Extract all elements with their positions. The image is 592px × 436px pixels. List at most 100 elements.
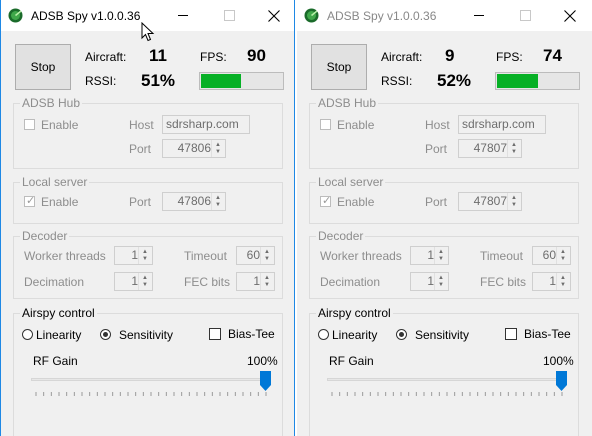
sensitivity-label: Sensitivity (415, 328, 470, 342)
rssi-progress-fill (497, 74, 539, 88)
spinner-arrows-icon[interactable]: ▲ ▼ (507, 193, 521, 210)
adsb-radar-icon (8, 8, 23, 23)
timeout-label: Timeout (480, 249, 523, 263)
stop-button[interactable]: Stop (15, 44, 71, 90)
spinner-arrows-icon[interactable]: ▲ ▼ (211, 140, 225, 157)
host-label: Host (129, 118, 154, 132)
adsb-hub-enable-label: Enable (337, 118, 375, 132)
decimation-spinner[interactable]: 1 ▲ ▼ (114, 272, 153, 291)
adsb-hub-title: ADSB Hub (316, 96, 379, 110)
rssi-progress-fill (201, 74, 242, 88)
local-server-port-value: 47807 (473, 194, 507, 208)
sensitivity-radio[interactable] (100, 329, 111, 340)
decoder-title: Decoder (20, 229, 70, 243)
spinner-arrows-icon[interactable]: ▲ ▼ (507, 140, 521, 157)
fec-bits-spinner[interactable]: 1 ▲ ▼ (532, 272, 571, 291)
worker-threads-value: 1 (427, 248, 434, 262)
spinner-arrows-icon[interactable]: ▲ ▼ (211, 193, 225, 210)
rf-gain-slider-ticks (331, 392, 563, 396)
local-server-port-label: Port (425, 195, 448, 209)
spinner-arrows-icon[interactable]: ▲ ▼ (138, 273, 152, 290)
rf-gain-slider-ticks (35, 392, 267, 396)
worker-threads-label: Worker threads (320, 249, 402, 263)
fec-bits-label: FEC bits (184, 275, 231, 289)
bias-tee-label: Bias-Tee (524, 327, 571, 341)
fec-bits-spinner[interactable]: 1 ▲ ▼ (236, 272, 275, 291)
spinner-arrows-icon[interactable]: ▲ ▼ (260, 247, 274, 264)
fps-value: 90 (247, 46, 266, 65)
worker-threads-spinner[interactable]: 1 ▲ ▼ (410, 246, 449, 265)
worker-threads-spinner[interactable]: 1 ▲ ▼ (114, 246, 153, 265)
spinner-arrows-icon[interactable]: ▲ ▼ (556, 247, 570, 264)
worker-threads-label: Worker threads (24, 249, 106, 263)
decimation-value: 1 (427, 274, 434, 288)
linearity-radio[interactable] (22, 329, 33, 340)
host-label: Host (425, 118, 450, 132)
local-server-title: Local server (20, 175, 90, 189)
rf-gain-slider-track[interactable] (327, 378, 567, 381)
local-server-port-spinner[interactable]: 47806 ▲ ▼ (162, 192, 226, 211)
spinner-arrows-icon[interactable]: ▲ ▼ (138, 247, 152, 264)
bias-tee-checkbox[interactable] (505, 328, 517, 340)
adsb-hub-port-spinner[interactable]: 47807 ▲ ▼ (458, 139, 522, 158)
rf-gain-slider-thumb[interactable] (260, 371, 271, 391)
rf-gain-slider-track[interactable] (31, 378, 271, 381)
airspy-control-group: Airspy control Linearity Sensitivity Bia… (13, 306, 283, 436)
close-button[interactable] (547, 0, 592, 31)
fps-value: 74 (543, 46, 562, 65)
adsb-hub-enable-checkbox[interactable] (320, 119, 331, 130)
aircraft-count: 11 (149, 46, 167, 65)
local-server-enable-label: Enable (41, 195, 79, 209)
decimation-value: 1 (131, 274, 138, 288)
adsb-hub-enable-checkbox[interactable] (24, 119, 35, 130)
maximize-button[interactable] (502, 0, 548, 31)
fec-bits-value: 1 (549, 274, 556, 288)
maximize-button[interactable] (206, 0, 252, 31)
local-server-title: Local server (316, 175, 386, 189)
local-server-port-spinner[interactable]: 47807 ▲ ▼ (458, 192, 522, 211)
local-server-group: Local server ✓ Enable Port 47807 ▲ ▼ (309, 175, 579, 224)
spinner-arrows-icon[interactable]: ▲ ▼ (434, 273, 448, 290)
window-title: ADSB Spy v1.0.0.36 (327, 9, 437, 23)
adsb-hub-port-spinner[interactable]: 47806 ▲ ▼ (162, 139, 226, 158)
local-server-enable-label: Enable (337, 195, 375, 209)
linearity-radio[interactable] (318, 329, 329, 340)
close-button[interactable] (251, 0, 294, 31)
rssi-progress-bar (199, 72, 284, 90)
host-input[interactable]: sdrsharp.com (162, 115, 250, 134)
spinner-arrows-icon[interactable]: ▲ ▼ (434, 247, 448, 264)
adsb-hub-group: ADSB Hub Enable Host sdrsharp.com Port 4… (13, 96, 283, 169)
minimize-button[interactable] (456, 0, 502, 31)
aircraft-count: 9 (445, 46, 455, 65)
adsb-hub-port-value: 47807 (473, 141, 507, 155)
airspy-control-group: Airspy control Linearity Sensitivity Bia… (309, 306, 579, 436)
local-server-enable-checkbox[interactable]: ✓ (24, 195, 35, 207)
adsb-hub-port-value: 47806 (177, 141, 211, 155)
local-server-enable-checkbox[interactable]: ✓ (320, 195, 331, 207)
local-server-port-value: 47806 (177, 194, 211, 208)
spinner-arrows-icon[interactable]: ▲ ▼ (556, 273, 570, 290)
rf-gain-slider-thumb[interactable] (556, 371, 567, 391)
sensitivity-radio[interactable] (396, 329, 407, 340)
bias-tee-checkbox[interactable] (209, 328, 221, 340)
fec-bits-value: 1 (253, 274, 260, 288)
adsb-spy-window: ADSB Spy v1.0.0.36 Stop Aircraft: 11 FPS… (0, 0, 295, 436)
decoder-group: Decoder Worker threads 1 ▲ ▼ Timeout 60 ▲… (13, 229, 283, 299)
title-bar[interactable]: ADSB Spy v1.0.0.36 (297, 0, 592, 31)
adsb-spy-window: ADSB Spy v1.0.0.36 Stop Aircraft: 9 FPS:… (297, 0, 592, 436)
spinner-arrows-icon[interactable]: ▲ ▼ (260, 273, 274, 290)
adsb-hub-title: ADSB Hub (20, 96, 83, 110)
decimation-spinner[interactable]: 1 ▲ ▼ (410, 272, 449, 291)
rssi-value: 52% (437, 71, 472, 90)
stop-button[interactable]: Stop (311, 44, 367, 90)
minimize-button[interactable] (160, 0, 206, 31)
bias-tee-label: Bias-Tee (228, 327, 275, 341)
timeout-value: 60 (542, 248, 556, 262)
minimize-icon (473, 15, 484, 16)
adsb-hub-port-label: Port (129, 142, 152, 156)
host-input[interactable]: sdrsharp.com (458, 115, 546, 134)
window-title: ADSB Spy v1.0.0.36 (31, 9, 141, 23)
adsb-radar-icon (304, 8, 319, 23)
timeout-spinner[interactable]: 60 ▲ ▼ (236, 246, 275, 265)
timeout-spinner[interactable]: 60 ▲ ▼ (532, 246, 571, 265)
